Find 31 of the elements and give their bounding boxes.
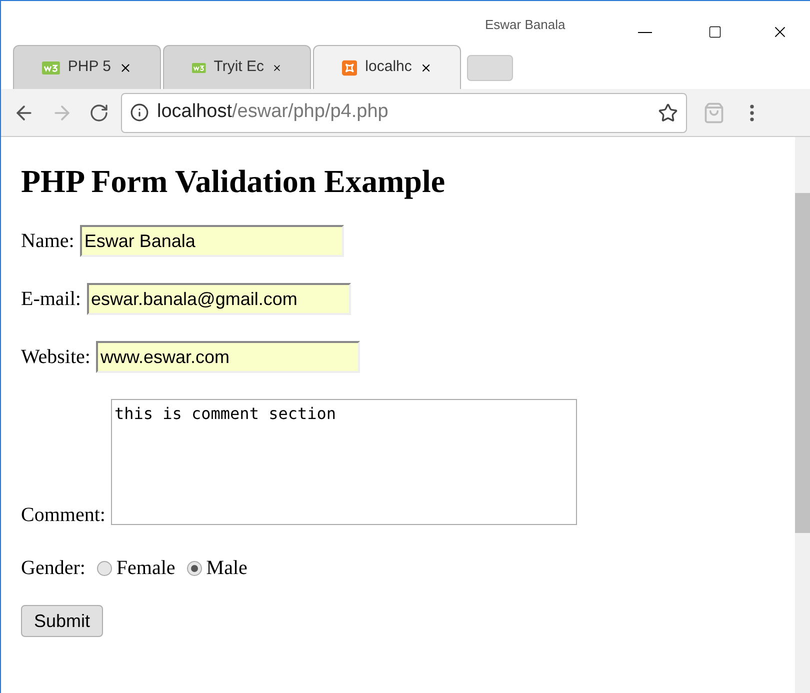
comment-textarea[interactable]: this is comment section: [111, 399, 578, 525]
profile-name: Eswar Banala: [485, 16, 566, 34]
address-bar[interactable]: localhost/eswar/php/p4.php: [121, 92, 687, 132]
browser-tab[interactable]: Tryit Ec: [163, 45, 311, 89]
url-text: localhost/eswar/php/p4.php: [157, 100, 388, 124]
page-heading: PHP Form Validation Example: [21, 165, 446, 197]
field-label: Comment:: [21, 505, 106, 525]
field-label: Name:: [21, 229, 74, 254]
scrollbar[interactable]: [795, 137, 810, 693]
text-field[interactable]: Eswar Banala: [80, 225, 344, 257]
radio-button[interactable]: [97, 560, 112, 576]
radio-label: Male: [206, 556, 248, 581]
browser-tab[interactable]: localhc: [313, 45, 461, 89]
radio-label: Female: [116, 556, 176, 581]
browser-tab[interactable]: PHP 5: [13, 45, 161, 89]
radio-button[interactable]: [187, 560, 202, 576]
info-icon: [130, 103, 149, 122]
text-field[interactable]: www.eswar.com: [96, 341, 360, 373]
field-label: Website:: [21, 345, 90, 370]
w3-logo-icon: [42, 60, 60, 76]
text-field[interactable]: eswar.banala@gmail.com: [86, 283, 351, 315]
maximize-icon: [708, 25, 722, 39]
submit-button[interactable]: Submit: [21, 605, 104, 637]
field-label: Gender:: [21, 556, 86, 581]
field-label: E-mail:: [21, 287, 81, 312]
reload-icon[interactable]: [89, 102, 109, 122]
tab-title: Tryit Ec: [214, 57, 264, 78]
tab-title: localhc: [365, 57, 412, 78]
tab-title: PHP 5: [68, 57, 111, 78]
xampp-logo-icon: [342, 58, 358, 78]
bookmark-star-icon[interactable]: [658, 102, 678, 122]
